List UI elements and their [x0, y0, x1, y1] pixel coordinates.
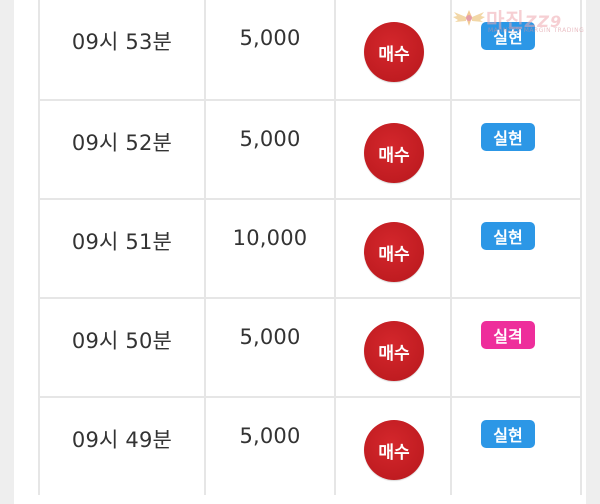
result-badge: 실현	[481, 123, 535, 151]
trade-time: 09시 49분	[71, 428, 173, 452]
buy-button[interactable]: 매수	[364, 321, 424, 381]
table-row: 09시 51분 10,000 매수 실현	[38, 198, 582, 299]
action-cell: 매수	[334, 99, 452, 200]
trade-time: 09시 53분	[71, 30, 173, 54]
trade-amount: 5,000	[239, 424, 301, 448]
action-cell: 매수	[334, 198, 452, 299]
amount-cell: 5,000	[204, 297, 336, 398]
buy-button[interactable]: 매수	[364, 420, 424, 480]
result-badge: 실현	[481, 420, 535, 448]
result-cell: 실현	[450, 99, 582, 200]
result-cell: 실현	[450, 198, 582, 299]
trade-amount: 5,000	[239, 127, 301, 151]
amount-cell: 5,000	[204, 0, 336, 101]
table-row: 09시 50분 5,000 매수 실격	[38, 297, 582, 398]
buy-button[interactable]: 매수	[364, 222, 424, 282]
result-cell: 실현	[450, 396, 582, 495]
time-cell: 09시 50분	[38, 297, 206, 398]
wing-emblem-icon	[453, 10, 485, 26]
action-cell: 매수	[334, 0, 452, 101]
action-cell: 매수	[334, 297, 452, 398]
time-cell: 09시 52분	[38, 99, 206, 200]
time-cell: 09시 51분	[38, 198, 206, 299]
trade-amount: 5,000	[239, 26, 301, 50]
buy-button[interactable]: 매수	[364, 22, 424, 82]
amount-cell: 10,000	[204, 198, 336, 299]
logo-subtitle: MAJINZZ9 MARGIN TRADING	[488, 27, 585, 34]
trade-history-panel: 09시 53분 5,000 매수 실현 09시 52분 5,000 매수 실현 …	[14, 0, 586, 504]
table-row: 09시 52분 5,000 매수 실현	[38, 99, 582, 200]
amount-cell: 5,000	[204, 99, 336, 200]
trade-history-table: 09시 53분 5,000 매수 실현 09시 52분 5,000 매수 실현 …	[38, 0, 582, 495]
amount-cell: 5,000	[204, 396, 336, 495]
table-row: 09시 49분 5,000 매수 실현	[38, 396, 582, 495]
watermark-logo: 마진ZZ9 MAJINZZ9 MARGIN TRADING	[446, 2, 596, 38]
result-cell: 실격	[450, 297, 582, 398]
trade-amount: 5,000	[239, 325, 301, 349]
time-cell: 09시 49분	[38, 396, 206, 495]
result-badge: 실현	[481, 222, 535, 250]
trade-amount: 10,000	[232, 226, 308, 250]
buy-button[interactable]: 매수	[364, 123, 424, 183]
action-cell: 매수	[334, 396, 452, 495]
trade-time: 09시 52분	[71, 131, 173, 155]
time-cell: 09시 53분	[38, 0, 206, 101]
trade-time: 09시 51분	[71, 230, 173, 254]
result-badge: 실격	[481, 321, 535, 349]
trade-time: 09시 50분	[71, 329, 173, 353]
